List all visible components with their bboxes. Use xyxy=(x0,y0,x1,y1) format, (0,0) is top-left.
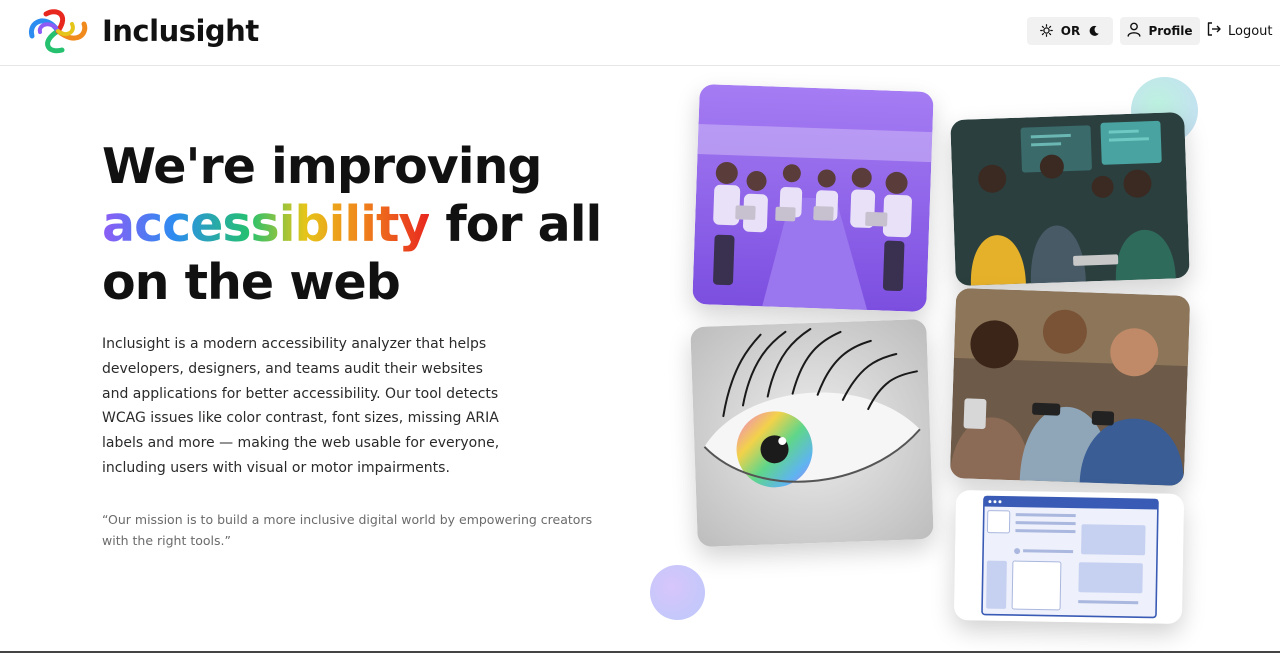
hero-description: Inclusight is a modern accessibility ana… xyxy=(102,336,500,476)
headline-line-1: We're improving xyxy=(102,138,542,195)
logo-swirl[interactable] xyxy=(26,8,90,54)
photo-rainbow-eye xyxy=(690,318,934,548)
sun-icon xyxy=(1039,22,1053,41)
logout-icon xyxy=(1206,21,1222,41)
theme-toggle[interactable]: OR xyxy=(1027,17,1113,45)
moon-icon xyxy=(1088,22,1100,41)
decorative-bubble xyxy=(650,565,705,620)
theme-toggle-label: OR xyxy=(1060,24,1081,38)
hero-headline: We're improving accessibility for all on… xyxy=(102,138,602,312)
logout-label: Logout xyxy=(1228,23,1273,39)
headline-line-3: on the web xyxy=(102,254,401,311)
headline-line-2-rest: for all xyxy=(429,196,602,253)
user-icon xyxy=(1127,22,1141,40)
mission-quote: “Our mission is to build a more inclusiv… xyxy=(102,512,593,548)
photo-people-laptops-purple xyxy=(692,83,934,313)
headline-highlight: accessibility xyxy=(102,196,430,253)
profile-button[interactable]: Profile xyxy=(1120,17,1200,45)
logout-button[interactable]: Logout xyxy=(1206,17,1278,45)
top-header: Inclusight OR Profile Logout xyxy=(0,0,1280,66)
profile-label: Profile xyxy=(1148,24,1193,38)
photo-team-screens xyxy=(950,111,1190,287)
wireframe-illustration xyxy=(953,490,1185,624)
brand-name[interactable]: Inclusight xyxy=(102,14,259,48)
photo-friends-phones xyxy=(949,287,1191,487)
